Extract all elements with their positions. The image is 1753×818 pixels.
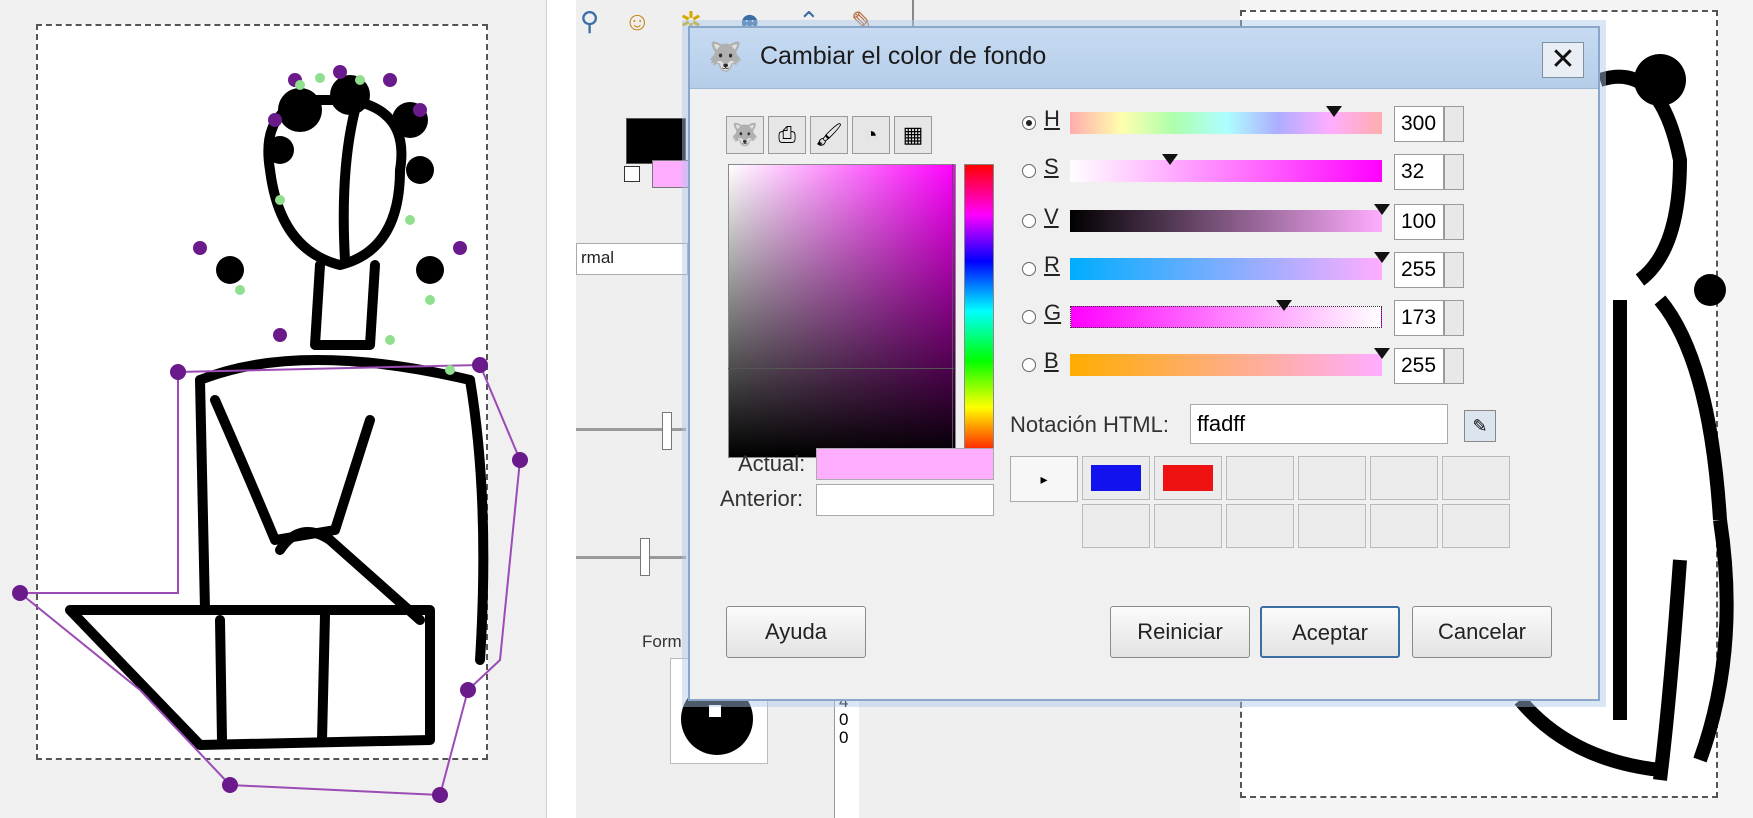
history-swatch[interactable]: [1298, 456, 1366, 500]
radio-h[interactable]: [1022, 116, 1036, 130]
value-h[interactable]: 300: [1394, 106, 1444, 142]
history-swatch[interactable]: [1154, 456, 1222, 500]
html-notation-input[interactable]: [1190, 404, 1448, 444]
thumb-b[interactable]: [1374, 348, 1390, 359]
label-g: G: [1044, 300, 1062, 325]
spin-arrows-s[interactable]: [1444, 154, 1464, 190]
history-swatch[interactable]: [1154, 504, 1222, 548]
tab-wheel-selector[interactable]: ◔: [852, 116, 890, 154]
dialog-titlebar[interactable]: 🐺 Cambiar el color de fondo ✕: [690, 28, 1598, 89]
left-canvas-panel: [0, 0, 547, 818]
previous-color-swatch[interactable]: [816, 484, 994, 516]
reset-button[interactable]: Reiniciar: [1110, 606, 1250, 658]
mode-label: rmal: [581, 248, 615, 267]
spin-arrows-r[interactable]: [1444, 252, 1464, 288]
mode-field[interactable]: rmal: [576, 243, 688, 275]
ruler-number: 0: [839, 710, 849, 729]
drawing-left: [12, 65, 528, 803]
value-r[interactable]: 255: [1394, 252, 1444, 288]
accept-button[interactable]: Aceptar: [1260, 606, 1400, 658]
slider-g[interactable]: [1070, 306, 1382, 328]
label-s: S: [1044, 154, 1059, 179]
label-v: V: [1044, 204, 1059, 229]
channel-sliders: H 300 S 32 V 100 R 255 G 173 B 255: [1008, 102, 1588, 392]
thumb-v[interactable]: [1374, 204, 1390, 215]
slider-track-2[interactable]: [576, 556, 686, 559]
history-swatch[interactable]: [1298, 504, 1366, 548]
current-label: Actual:: [738, 451, 806, 476]
dialog-title: Cambiar el color de fondo: [760, 42, 1047, 70]
history-swatch[interactable]: [1442, 504, 1510, 548]
hue-strip[interactable]: [964, 164, 994, 458]
tab-scanner-selector[interactable]: ⎙: [768, 116, 806, 154]
slider-s[interactable]: [1070, 160, 1382, 182]
person-icon[interactable]: ☺: [624, 6, 651, 37]
thumb-h[interactable]: [1326, 106, 1342, 117]
value-s[interactable]: 32: [1394, 154, 1444, 190]
slider-handle-1[interactable]: [662, 412, 672, 450]
tab-palette-selector[interactable]: ▦: [894, 116, 932, 154]
current-color-swatch: [816, 448, 994, 480]
spin-arrows-h[interactable]: [1444, 106, 1464, 142]
close-button[interactable]: ✕: [1542, 42, 1584, 78]
thumb-r[interactable]: [1374, 252, 1390, 263]
label-b: B: [1044, 348, 1059, 373]
ruler-number: 0: [839, 728, 849, 747]
history-swatch[interactable]: [1370, 504, 1438, 548]
cancel-button[interactable]: Cancelar: [1412, 606, 1552, 658]
label-h: H: [1044, 106, 1060, 131]
history-swatch[interactable]: [1370, 456, 1438, 500]
radio-v[interactable]: [1022, 214, 1036, 228]
history-swatch[interactable]: [1082, 456, 1150, 500]
radio-r[interactable]: [1022, 262, 1036, 276]
value-v[interactable]: 100: [1394, 204, 1444, 240]
radio-g[interactable]: [1022, 310, 1036, 324]
history-expander-button[interactable]: ▸: [1010, 456, 1078, 502]
tab-brush-selector[interactable]: 🖌: [810, 116, 848, 154]
html-notation-label: Notación HTML:: [1010, 412, 1169, 437]
help-button[interactable]: Ayuda: [726, 606, 866, 658]
thumb-s[interactable]: [1162, 154, 1178, 165]
radio-b[interactable]: [1022, 358, 1036, 372]
picker-crosshair-h: [728, 368, 954, 369]
spin-arrows-b[interactable]: [1444, 348, 1464, 384]
slider-b[interactable]: [1070, 354, 1382, 376]
slider-r[interactable]: [1070, 258, 1382, 280]
slider-v[interactable]: [1070, 210, 1382, 232]
spin-arrows-v[interactable]: [1444, 204, 1464, 240]
history-swatch[interactable]: [1226, 504, 1294, 548]
history-swatch[interactable]: [1082, 504, 1150, 548]
value-g[interactable]: 173: [1394, 300, 1444, 336]
history-swatch[interactable]: [1226, 456, 1294, 500]
tool-icon[interactable]: ⚲: [580, 6, 599, 37]
radio-s[interactable]: [1022, 164, 1036, 178]
picker-crosshair-v: [952, 164, 953, 456]
tab-gimp-selector[interactable]: 🐺: [726, 116, 764, 154]
reset-colors-icon[interactable]: [624, 166, 640, 182]
history-swatch[interactable]: [1442, 456, 1510, 500]
color-picker-square[interactable]: [728, 164, 956, 458]
ruler-vertical: 4 0 0: [834, 690, 859, 818]
previous-label: Anterior:: [720, 486, 804, 511]
color-picker-eyedropper-button[interactable]: ✎: [1464, 410, 1496, 442]
form-label: Form: [642, 632, 682, 651]
label-r: R: [1044, 252, 1060, 277]
change-background-color-dialog: 🐺 Cambiar el color de fondo ✕ 🐺 ⎙ 🖌 ◔ ▦ …: [688, 26, 1600, 701]
foreground-color-swatch[interactable]: [626, 118, 686, 164]
thumb-g[interactable]: [1276, 300, 1292, 311]
background-color-swatch[interactable]: [652, 160, 692, 188]
value-b[interactable]: 255: [1394, 348, 1444, 384]
spin-arrows-g[interactable]: [1444, 300, 1464, 336]
slider-handle-2[interactable]: [640, 538, 650, 576]
gimp-app-icon: 🐺: [708, 41, 743, 72]
